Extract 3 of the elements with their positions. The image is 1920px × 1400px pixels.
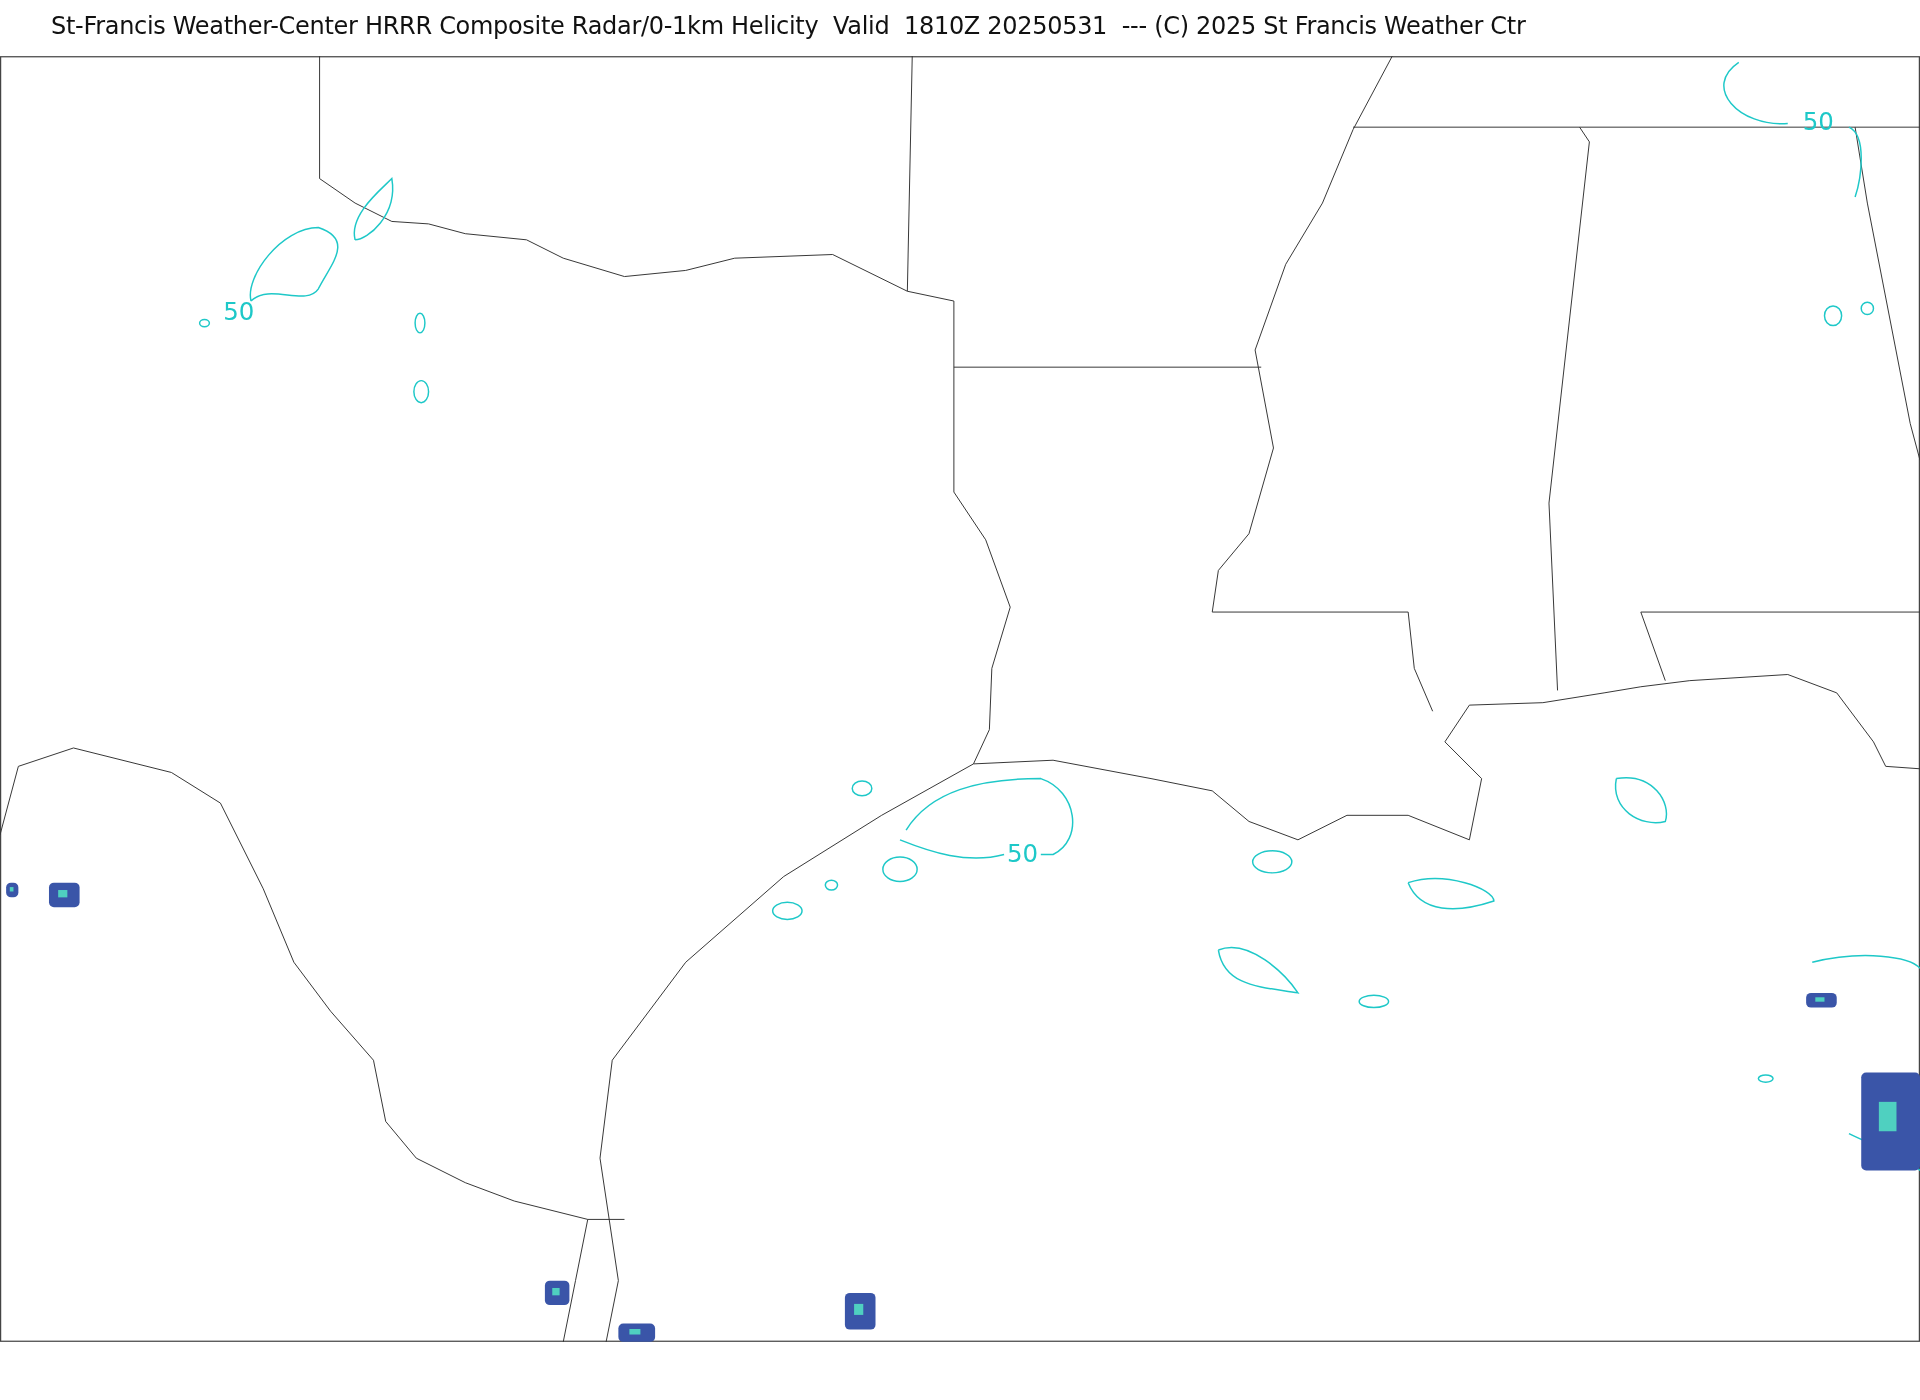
contour-label: 50: [223, 297, 255, 327]
contour-label: 50: [1006, 838, 1038, 868]
map-title: St-Francis Weather-Center HRRR Composite Radar/0-1km Helicity Valid 1810Z 20250531 --- (C) 2025 St Francis Weather Ctr: [50, 11, 1527, 42]
